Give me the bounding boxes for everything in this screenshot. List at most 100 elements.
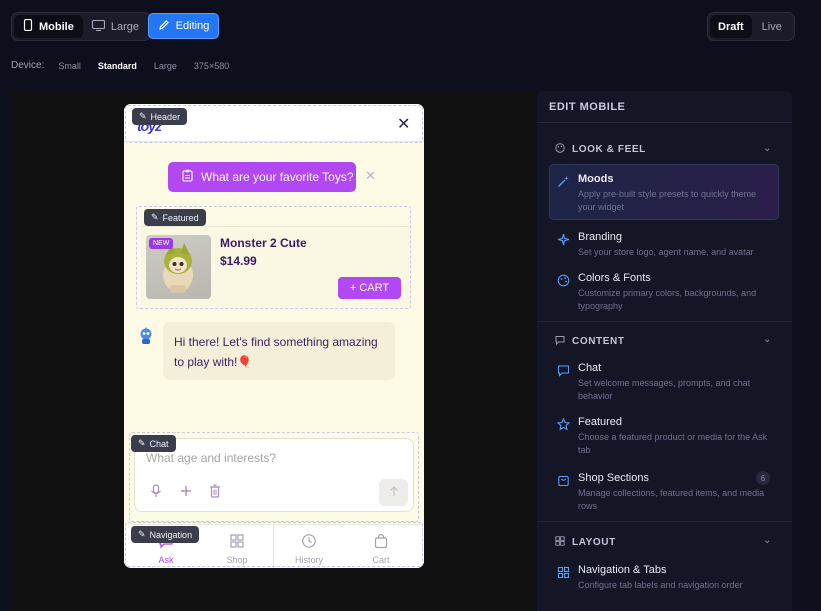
layout-icon — [555, 536, 565, 549]
header-tag-label: Header — [150, 111, 181, 122]
live-label: Live — [761, 20, 782, 33]
chevron-down-icon[interactable]: ⌄ — [763, 334, 771, 345]
nav-tab-shop[interactable]: Shop — [207, 529, 267, 565]
message-input[interactable]: What age and interests? — [146, 451, 276, 465]
magic-wand-icon — [557, 175, 570, 188]
shopping-bag-icon — [557, 474, 570, 487]
sparkle-icon — [557, 233, 570, 246]
chat-section-tag[interactable]: ✎ Chat — [131, 435, 176, 452]
featured-desc: Choose a featured product or media for t… — [578, 432, 768, 455]
section-content-label: CONTENT — [572, 336, 625, 347]
section-header-content[interactable]: CONTENT — [555, 335, 625, 348]
message-square-icon — [555, 335, 565, 348]
device-selector: Device: Small Standard Large 375×580 — [11, 60, 246, 71]
featured-section-tag[interactable]: ✎ Featured — [144, 209, 206, 226]
view-mobile-button[interactable]: Mobile — [14, 15, 83, 38]
draft-label: Draft — [718, 20, 744, 33]
panel-divider — [537, 521, 792, 522]
chevron-down-icon[interactable]: ⌄ — [763, 143, 771, 154]
chat-bubble-icon — [557, 364, 570, 377]
plus-icon[interactable] — [179, 484, 193, 498]
pencil-icon: ✎ — [139, 111, 147, 121]
nav-tab-cart[interactable]: Cart — [351, 529, 411, 565]
device-label: Device: — [11, 60, 45, 71]
new-badge: NEW — [149, 238, 174, 249]
palette-icon — [557, 274, 570, 287]
edit-panel: EDIT MOBILE LOOK & FEEL ⌄ Moods Apply pr… — [537, 91, 792, 611]
chat-title: Chat — [578, 362, 602, 374]
chevron-down-icon[interactable]: ⌄ — [763, 535, 771, 546]
branding-title: Branding — [578, 231, 623, 243]
header-section-tag[interactable]: ✎ Header — [132, 108, 188, 125]
microphone-icon[interactable] — [149, 484, 163, 498]
featured-tag-label: Featured — [162, 212, 199, 223]
chat-widget-preview: toyz ✕ What are your favorite Toys? ✕ NE… — [124, 104, 424, 568]
navigation-tag-label: Navigation — [149, 529, 193, 540]
section-header-layout[interactable]: LAYOUT — [555, 536, 616, 549]
navigation-tabs-title: Navigation & Tabs — [578, 564, 667, 576]
phone-icon — [23, 18, 33, 34]
layout-grid-icon — [557, 566, 570, 579]
nav-shop-label: Shop — [226, 555, 248, 565]
device-small-option[interactable]: Small — [58, 61, 81, 71]
bot-avatar-icon — [138, 327, 154, 345]
arrow-up-icon — [388, 484, 400, 502]
moods-desc: Apply pre-built style presets to quickly… — [578, 189, 757, 212]
pencil-icon: ✎ — [138, 438, 146, 448]
section-header-look-feel[interactable]: LOOK & FEEL — [555, 143, 646, 156]
navigation-section-tag[interactable]: ✎ Navigation — [131, 526, 200, 543]
view-mobile-label: Mobile — [39, 20, 74, 33]
chat-composer[interactable]: What age and interests? — [134, 438, 414, 512]
status-toggle: Draft Live — [707, 12, 795, 41]
clipboard-icon — [182, 169, 193, 185]
shop-sections-title: Shop Sections — [578, 472, 649, 484]
featured-title: Featured — [578, 416, 623, 428]
status-live-button[interactable]: Live — [752, 15, 792, 38]
grid-icon — [229, 533, 245, 551]
editing-button[interactable]: Editing — [148, 13, 219, 39]
pencil-icon: ✎ — [151, 212, 159, 222]
device-size-readout: 375×580 — [193, 60, 230, 71]
view-large-button[interactable]: Large — [83, 15, 148, 38]
section-look-feel-label: LOOK & FEEL — [572, 144, 646, 155]
navigation-tabs-desc: Configure tab labels and navigation orde… — [578, 580, 743, 590]
suggested-prompt-button[interactable]: What are your favorite Toys? — [168, 162, 356, 192]
colors-fonts-desc: Customize primary colors, backgrounds, a… — [578, 288, 757, 311]
star-icon — [556, 417, 571, 431]
moods-title: Moods — [578, 173, 614, 185]
product-price: $14.99 — [220, 254, 257, 268]
panel-title: EDIT MOBILE — [549, 101, 626, 113]
nav-ask-label: Ask — [158, 555, 174, 565]
clock-icon — [301, 533, 317, 551]
status-draft-button[interactable]: Draft — [710, 15, 752, 38]
nav-cart-label: Cart — [372, 555, 390, 565]
panel-divider — [537, 321, 792, 322]
pencil-icon: ✎ — [138, 529, 146, 539]
monitor-icon — [91, 19, 105, 34]
device-large-option[interactable]: Large — [154, 61, 177, 71]
add-to-cart-button[interactable]: + CART — [338, 277, 401, 299]
device-standard-option[interactable]: Standard — [98, 61, 137, 71]
product-name: Monster 2 Cute — [220, 236, 307, 250]
section-layout-label: LAYOUT — [572, 537, 616, 548]
shop-sections-count-badge: 6 — [756, 471, 770, 485]
palette-icon — [555, 143, 565, 156]
trash-icon[interactable] — [208, 484, 222, 498]
bag-icon — [373, 533, 389, 551]
branding-desc: Set your store logo, agent name, and ava… — [578, 247, 754, 257]
nav-divider — [273, 525, 274, 568]
chat-tag-label: Chat — [149, 438, 169, 449]
editing-label: Editing — [175, 20, 210, 32]
shop-sections-desc: Manage collections, featured items, and … — [578, 488, 765, 511]
send-button[interactable] — [379, 479, 408, 506]
nav-tab-history[interactable]: History — [279, 529, 339, 565]
view-toggle: Mobile Large — [11, 12, 151, 41]
close-icon[interactable]: ✕ — [397, 114, 410, 134]
panel-divider — [537, 122, 792, 123]
pencil-icon — [158, 19, 170, 34]
nav-history-label: History — [294, 555, 323, 565]
suggested-prompt-text: What are your favorite Toys? — [201, 170, 354, 184]
colors-fonts-title: Colors & Fonts — [578, 272, 651, 284]
bot-message-bubble: Hi there! Let's find something amazing t… — [163, 322, 395, 380]
dismiss-prompt-icon[interactable]: ✕ — [365, 168, 376, 184]
